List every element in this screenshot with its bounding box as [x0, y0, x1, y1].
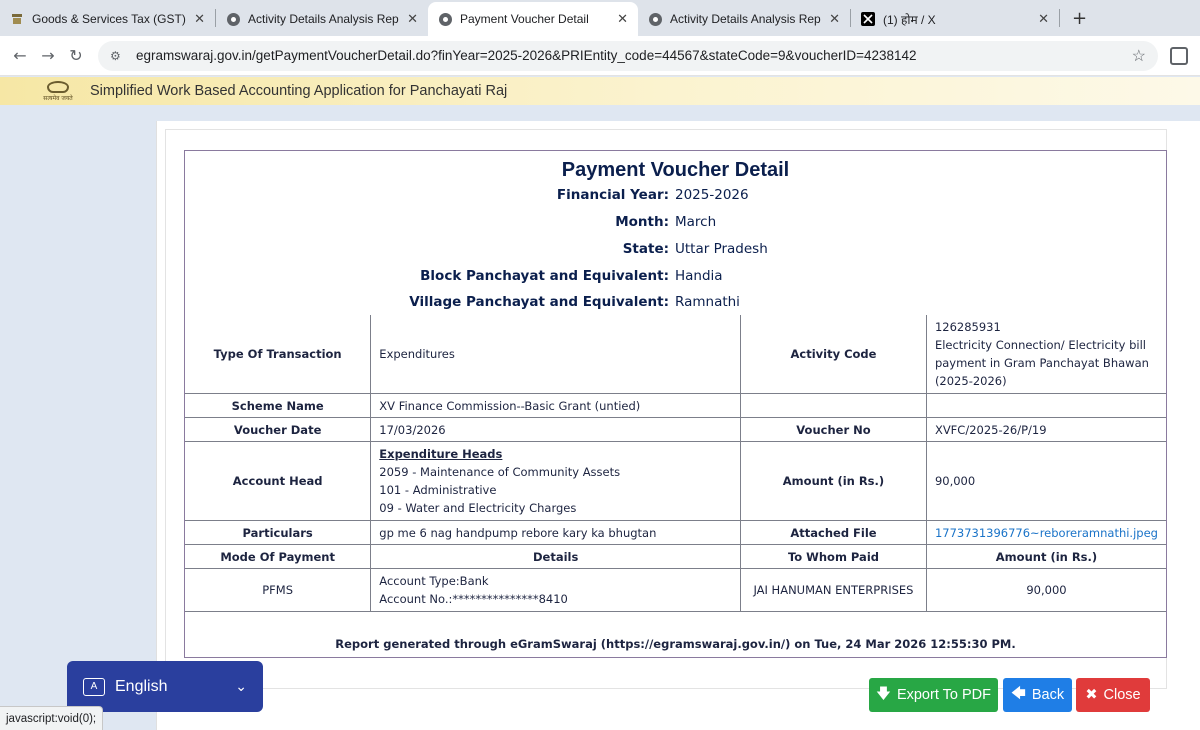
address-bar: ← → ↻ ⚙ egramswaraj.gov.in/getPaymentVou…: [0, 36, 1200, 76]
scheme-name-label: Scheme Name: [185, 393, 372, 418]
voucher-date-label: Voucher Date: [185, 417, 372, 442]
voucher-table: Type Of Transaction Expenditures Activit…: [185, 315, 1166, 612]
table-row: Account Head Expenditure Heads 2059 - Ma…: [185, 441, 1166, 521]
amount-rs-label: Amount (in Rs.): [925, 544, 1166, 569]
amount-value: 90,000: [925, 441, 1166, 521]
chrome-globe-icon: [226, 12, 240, 26]
extensions-icon[interactable]: [1170, 46, 1188, 65]
attached-file-label: Attached File: [740, 520, 927, 545]
tab-activity-report-2[interactable]: Activity Details Analysis Report ✕: [638, 2, 850, 36]
voucher-date-value: 17/03/2026: [370, 417, 742, 442]
chevron-down-icon: ⌄: [235, 678, 247, 694]
export-pdf-button[interactable]: 🡇 Export To PDF: [869, 678, 998, 712]
close-tab-icon[interactable]: ✕: [829, 11, 840, 27]
report-generated-note: Report generated through eGramSwaraj (ht…: [335, 637, 1016, 651]
details-label: Details: [370, 544, 742, 569]
table-row: PFMS Account Type:Bank Account No.:*****…: [185, 568, 1166, 612]
table-row: Scheme Name XV Finance Commission--Basic…: [185, 393, 1166, 418]
table-row: Particulars gp me 6 nag handpump rebore …: [185, 520, 1166, 545]
close-button[interactable]: ✖ Close: [1076, 678, 1150, 712]
site-settings-icon[interactable]: ⚙: [110, 49, 126, 63]
site-tagline: Simplified Work Based Accounting Applica…: [90, 83, 508, 99]
type-of-transaction-label: Type Of Transaction: [185, 315, 372, 394]
tab-gst[interactable]: Goods & Services Tax (GST) | Se ✕: [0, 2, 215, 36]
amount-label: Amount (in Rs.): [740, 441, 927, 521]
attached-file-link[interactable]: 1773731396776~reboreramnathi.jpeg: [925, 520, 1166, 545]
to-whom-paid-value: JAI HANUMAN ENTERPRISES: [740, 568, 927, 612]
gst-emblem-icon: [10, 12, 24, 26]
expenditure-heads-title: Expenditure Heads: [379, 447, 503, 461]
bookmark-star-icon[interactable]: ☆: [1132, 46, 1146, 66]
close-tab-icon[interactable]: ✕: [617, 11, 628, 27]
back-arrow-icon[interactable]: ←: [6, 46, 34, 65]
paid-amount-value: 90,000: [925, 568, 1166, 612]
forward-arrow-icon[interactable]: →: [34, 46, 62, 65]
particulars-label: Particulars: [185, 520, 372, 545]
particulars-value: gp me 6 nag handpump rebore kary ka bhug…: [370, 520, 742, 545]
scheme-name-value: XV Finance Commission--Basic Grant (unti…: [370, 393, 742, 418]
site-header: सत्यमेव जयते Simplified Work Based Accou…: [0, 77, 1200, 105]
x-logo-icon: [861, 12, 875, 26]
info-month: Month: March: [615, 214, 717, 230]
to-whom-paid-label: To Whom Paid: [740, 544, 927, 569]
close-tab-icon[interactable]: ✕: [407, 11, 418, 27]
download-arrow-icon: 🡇: [876, 685, 891, 702]
close-tab-icon[interactable]: ✕: [1038, 11, 1049, 27]
table-row: Type Of Transaction Expenditures Activit…: [185, 315, 1166, 394]
translate-icon: A: [83, 677, 105, 696]
voucher-detail-box: Payment Voucher Detail Financial Year: 2…: [184, 150, 1167, 658]
browser-tab-bar: Goods & Services Tax (GST) | Se ✕ Activi…: [0, 0, 1200, 36]
close-x-icon: ✖: [1085, 687, 1098, 703]
page-title: Payment Voucher Detail: [561, 159, 790, 181]
info-state: State: Uttar Pradesh: [622, 241, 768, 257]
mode-of-payment-label: Mode Of Payment: [185, 544, 372, 569]
table-row: Voucher Date 17/03/2026 Voucher No XVFC/…: [185, 417, 1166, 442]
new-tab-icon[interactable]: +: [1066, 8, 1093, 29]
tab-x-home[interactable]: (1) होम / X ✕: [851, 2, 1059, 36]
back-button[interactable]: 🡄 Back: [1003, 678, 1072, 712]
tab-activity-report-1[interactable]: Activity Details Analysis Report ✕: [216, 2, 428, 36]
tab-separator: [1059, 9, 1060, 27]
language-selector[interactable]: A English ⌄: [67, 661, 263, 712]
info-village-panchayat: Village Panchayat and Equivalent: Ramnat…: [409, 294, 740, 310]
type-of-transaction-value: Expenditures: [370, 315, 742, 394]
account-head-label: Account Head: [185, 441, 372, 521]
info-block-panchayat: Block Panchayat and Equivalent: Handia: [420, 268, 723, 284]
national-emblem-logo: सत्यमेव जयते: [36, 80, 80, 102]
mode-of-payment-value: PFMS: [185, 568, 372, 612]
chrome-globe-icon: [648, 12, 662, 26]
activity-code-label: Activity Code: [740, 315, 927, 394]
chrome-globe-icon: [438, 12, 452, 26]
voucher-no-value: XVFC/2025-26/P/19: [925, 417, 1166, 442]
voucher-no-label: Voucher No: [740, 417, 927, 442]
close-tab-icon[interactable]: ✕: [194, 11, 205, 27]
account-head-value: Expenditure Heads 2059 - Maintenance of …: [370, 441, 742, 521]
left-arrow-icon: 🡄: [1010, 685, 1026, 702]
tab-payment-voucher[interactable]: Payment Voucher Detail ✕: [428, 2, 638, 36]
reload-icon[interactable]: ↻: [62, 46, 90, 65]
table-row: Mode Of Payment Details To Whom Paid Amo…: [185, 544, 1166, 569]
info-financial-year: Financial Year: 2025-2026: [556, 187, 749, 203]
status-bar: javascript:void(0);: [0, 706, 104, 730]
url-input[interactable]: ⚙ egramswaraj.gov.in/getPaymentVoucherDe…: [98, 40, 1158, 71]
activity-code-value: 126285931 Electricity Connection/ Electr…: [925, 315, 1166, 394]
payment-details-value: Account Type:Bank Account No.:**********…: [370, 568, 742, 612]
